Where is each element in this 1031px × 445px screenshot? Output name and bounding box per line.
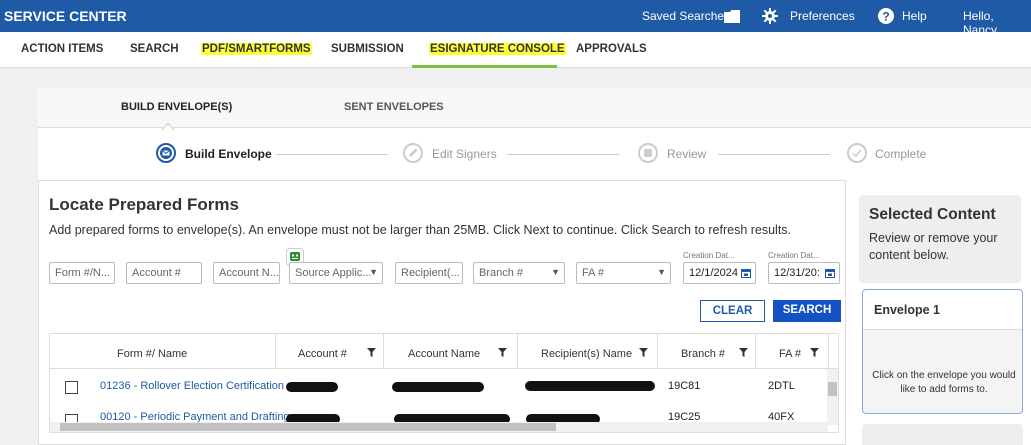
step-connector	[276, 154, 388, 155]
top-bar: SERVICE CENTER Saved Searches Preference…	[0, 0, 1031, 37]
envelope-title: Envelope 1	[874, 303, 940, 317]
chevron-down-icon: ▼	[369, 267, 378, 277]
step-build-envelope-icon	[156, 143, 176, 163]
filter-funnel-icon[interactable]	[739, 348, 748, 357]
chevron-down-icon: ▼	[551, 267, 560, 277]
step-connector	[507, 154, 619, 155]
source-application-filter[interactable]: Source Applic... ▼	[289, 262, 383, 284]
column-separator	[275, 334, 276, 368]
help-icon[interactable]: ?	[878, 8, 894, 24]
filter-funnel-icon[interactable]	[639, 348, 648, 357]
selected-content-description: Review or remove your content below.	[869, 231, 998, 262]
search-button[interactable]: SEARCH	[773, 300, 841, 322]
nav-active-underline	[412, 65, 557, 68]
step-connector	[718, 154, 830, 155]
redacted-account-number	[286, 382, 338, 392]
envelope-message: Click on the envelope you would like to …	[872, 370, 1016, 395]
filter-funnel-icon[interactable]	[810, 348, 819, 357]
recipient-filter[interactable]: Recipient(...	[395, 262, 463, 284]
column-separator	[383, 334, 384, 368]
envelope-card[interactable]: Envelope 1 Click on the envelope you wou…	[862, 289, 1023, 414]
redacted-account-name	[392, 382, 484, 392]
saved-searches-link[interactable]: Saved Searches	[642, 9, 730, 23]
main-nav: ACTION ITEMS SEARCH PDF/SMARTFORMS SUBMI…	[0, 32, 1031, 68]
column-header-account-number[interactable]: Account #	[298, 348, 347, 360]
column-separator	[828, 334, 829, 368]
table-header-border	[50, 368, 838, 369]
panel-title: Locate Prepared Forms	[49, 195, 239, 214]
column-separator	[657, 334, 658, 368]
branch-number: 19C81	[668, 380, 701, 392]
column-header-recipients[interactable]: Recipient(s) Name	[541, 348, 632, 360]
next-envelope-card	[862, 424, 1023, 445]
nav-pdf-smartforms[interactable]: PDF/SMARTFORMS	[201, 43, 312, 55]
chevron-down-icon: ▼	[657, 267, 666, 277]
form-link[interactable]: 01236 - Rollover Election Certification	[100, 380, 284, 392]
nav-esignature-console[interactable]: ESIGNATURE CONSOLE	[429, 43, 566, 55]
nav-approvals[interactable]: APPROVALS	[576, 43, 647, 55]
subtabs: BUILD ENVELOPE(S) SENT ENVELOPES	[38, 88, 1031, 128]
column-header-branch[interactable]: Branch #	[681, 348, 725, 360]
calendar-icon[interactable]	[741, 268, 751, 278]
horizontal-scroll-thumb[interactable]	[60, 423, 556, 431]
calendar-icon[interactable]	[825, 268, 835, 278]
creation-date-from-input[interactable]: 12/1/2024	[683, 262, 756, 284]
step-edit-signers-icon	[403, 143, 423, 163]
step-complete-icon	[847, 143, 867, 163]
form-number-filter[interactable]: Form #/N...	[49, 262, 115, 284]
vertical-scroll-thumb[interactable]	[828, 382, 837, 396]
column-separator	[517, 334, 518, 368]
step-build-envelope: Build Envelope	[185, 147, 272, 161]
column-header-account-name[interactable]: Account Name	[408, 348, 480, 360]
filter-funnel-icon[interactable]	[498, 348, 507, 357]
branch-number-label: Branch #	[479, 267, 524, 279]
creation-date-from-label: Creation Dat...	[683, 251, 735, 260]
clear-button[interactable]: CLEAR	[700, 300, 765, 322]
creation-date-to-input[interactable]: 12/31/20:	[768, 262, 840, 284]
creation-date-to-value: 12/31/20:	[774, 267, 820, 279]
column-header-form[interactable]: Form #/ Name	[117, 348, 187, 360]
forms-table: Form #/ Name Account # Account Name Reci…	[49, 333, 839, 433]
step-edit-signers: Edit Signers	[432, 147, 497, 161]
help-link[interactable]: Help	[902, 9, 927, 23]
fa-number-filter[interactable]: FA # ▼	[576, 262, 671, 284]
folder-icon[interactable]	[724, 10, 740, 23]
filter-funnel-icon[interactable]	[367, 348, 376, 357]
vertical-scrollbar[interactable]	[827, 369, 838, 425]
branch-number-filter[interactable]: Branch # ▼	[473, 262, 565, 284]
nav-action-items[interactable]: ACTION ITEMS	[21, 43, 103, 55]
creation-date-from-value: 12/1/2024	[689, 267, 738, 279]
row-checkbox[interactable]	[65, 381, 78, 394]
step-review-icon	[638, 143, 658, 163]
step-review: Review	[667, 147, 707, 161]
account-name-filter[interactable]: Account N...	[213, 262, 280, 284]
envelope-header: Envelope 1	[863, 290, 1022, 330]
fa-number: 2DTL	[768, 380, 795, 392]
brand-title: SERVICE CENTER	[4, 8, 127, 24]
tab-build-envelopes[interactable]: BUILD ENVELOPE(S)	[121, 101, 232, 113]
preferences-link[interactable]: Preferences	[790, 9, 855, 23]
step-complete: Complete	[875, 147, 927, 161]
nav-submission[interactable]: SUBMISSION	[331, 43, 404, 55]
account-number-filter[interactable]: Account #	[126, 262, 202, 284]
redacted-recipient	[525, 381, 655, 391]
column-header-fa[interactable]: FA #	[779, 348, 801, 360]
panel-description: Add prepared forms to envelope(s). An en…	[49, 223, 792, 237]
selected-content-title: Selected Content	[869, 206, 996, 223]
nav-search[interactable]: SEARCH	[130, 43, 179, 55]
source-application-label: Source Applic...	[295, 267, 372, 279]
tab-sent-envelopes[interactable]: SENT ENVELOPES	[344, 101, 444, 113]
fa-number-label: FA #	[582, 267, 605, 279]
gear-icon[interactable]	[762, 8, 778, 24]
creation-date-to-label: Creation Dat...	[768, 251, 820, 260]
horizontal-scrollbar[interactable]	[50, 422, 828, 432]
svg-text:?: ?	[882, 10, 889, 24]
column-separator	[755, 334, 756, 368]
